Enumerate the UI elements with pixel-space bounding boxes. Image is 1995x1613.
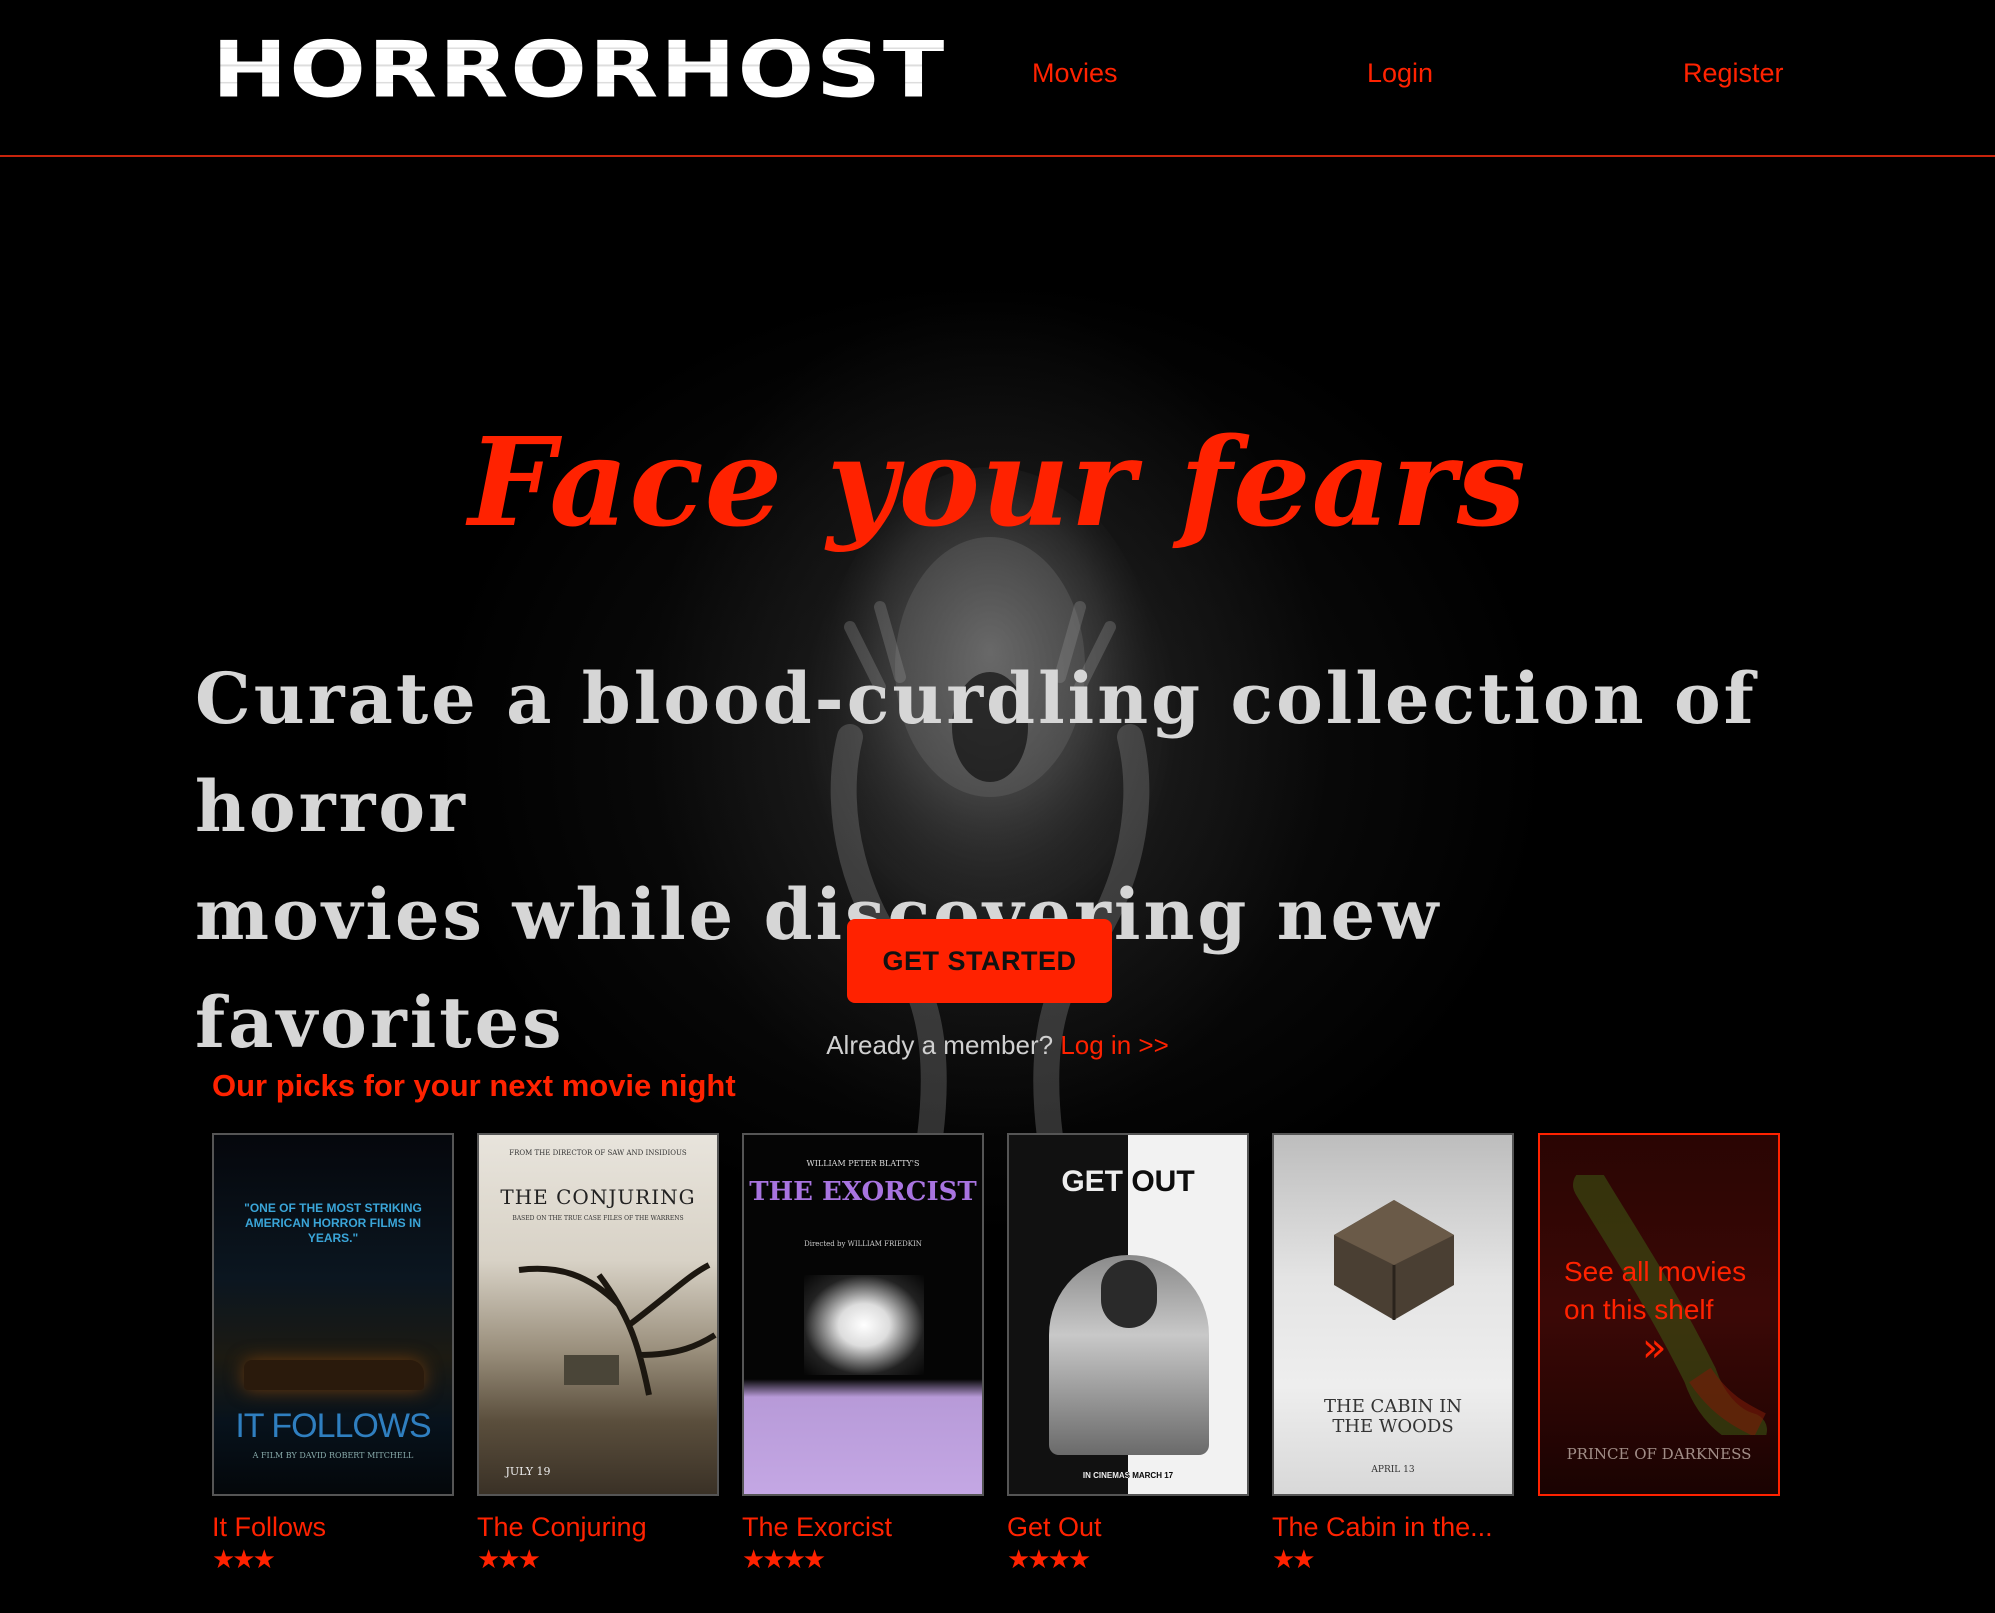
movie-title: The Conjuring [477,1512,647,1542]
poster-the-exorcist[interactable]: WILLIAM PETER BLATTY'S THE EXORCIST Dire… [742,1133,984,1496]
double-chevron-right-icon: » [1642,1325,1667,1371]
tree-image [518,1262,717,1396]
poster-quote: "ONE OF THE MOST STRIKING AMERICAN HORRO… [244,1201,422,1245]
poster-name: THE CONJURING [500,1185,696,1209]
site-header: HORRORHOST Movies Login Register [0,0,1995,157]
poster-the-cabin-in-the-woods[interactable]: THE CABIN IN THE WOODS APRIL 13 [1272,1133,1514,1496]
hero-subtitle-line-1: Curate a blood-curdling collection of ho… [195,657,1757,848]
star-rating: ★★★ [477,1545,541,1575]
movie-card-the-cabin-in-the-woods[interactable]: THE CABIN IN THE WOODS APRIL 13 The Cabi… [1272,1133,1514,1575]
movie-card-it-follows[interactable]: "ONE OF THE MOST STRIKING AMERICAN HORRO… [212,1133,454,1575]
nav-register[interactable]: Register [1683,58,1784,89]
movie-card-get-out[interactable]: GET OUT IN CINEMAS MARCH 17 Get Out ★★★★ [1007,1133,1249,1575]
hero-title: Face your fears [468,410,1527,554]
poster-name: THE CABIN IN THE WOODS [1323,1396,1462,1437]
nav-movies[interactable]: Movies [1032,58,1118,89]
star-rating: ★★★ [212,1545,276,1575]
login-link[interactable]: Log in >> [1060,1030,1168,1060]
movie-title: The Cabin in the... [1272,1512,1493,1542]
star-rating: ★★ [1272,1545,1316,1575]
member-prompt: Already a member? Log in >> [0,1030,1995,1061]
poster-sub: IN CINEMAS MARCH 17 [1082,1471,1174,1480]
star-rating: ★★★★ [742,1545,826,1575]
poster-get-out[interactable]: GET OUT IN CINEMAS MARCH 17 [1007,1133,1249,1496]
movie-card-the-conjuring[interactable]: FROM THE DIRECTOR OF SAW AND INSIDIOUS T… [477,1133,719,1575]
star-rating: ★★★★ [1007,1545,1091,1575]
face-image [1101,1260,1157,1328]
see-all-movies-card[interactable]: PRINCE OF DARKNESS See all movies on thi… [1538,1133,1780,1496]
poster-name: PRINCE OF DARKNESS [1566,1445,1752,1463]
poster-tag: WILLIAM PETER BLATTY'S [806,1159,920,1168]
hero-subtitle: Curate a blood-curdling collection of ho… [195,645,1795,1077]
movie-card-the-exorcist[interactable]: WILLIAM PETER BLATTY'S THE EXORCIST Dire… [742,1133,984,1575]
movie-title: It Follows [212,1512,327,1542]
get-started-button[interactable]: GET STARTED [847,919,1112,1003]
movie-title: Get Out [1007,1512,1102,1542]
poster-name: GET OUT [1061,1165,1195,1198]
poster-date: APRIL 13 [1371,1465,1415,1475]
poster-sub: BASED ON THE TRUE CASE FILES OF THE WARR… [512,1215,684,1222]
house-light-image [804,1275,924,1375]
member-text: Already a member? [826,1030,1061,1060]
site-logo[interactable]: HORRORHOST [212,32,946,109]
cabin-image [1334,1200,1454,1320]
car-image [244,1360,424,1390]
nav-login[interactable]: Login [1367,58,1433,89]
poster-tag: FROM THE DIRECTOR OF SAW AND INSIDIOUS [509,1149,687,1157]
poster-name: THE EXORCIST [749,1177,977,1207]
see-all-label: See all movies on this shelf [1564,1256,1747,1325]
poster-date: JULY 19 [505,1465,551,1478]
poster-credit: A FILM BY DAVID ROBERT MITCHELL [252,1451,414,1460]
poster-name: IT FOLLOWS [235,1407,431,1445]
poster-sub: Directed by WILLIAM FRIEDKIN [804,1240,922,1248]
poster-it-follows[interactable]: "ONE OF THE MOST STRIKING AMERICAN HORRO… [212,1133,454,1496]
picks-heading: Our picks for your next movie night [212,1068,736,1103]
movie-title: The Exorcist [742,1512,893,1542]
poster-the-conjuring[interactable]: FROM THE DIRECTOR OF SAW AND INSIDIOUS T… [477,1133,719,1496]
